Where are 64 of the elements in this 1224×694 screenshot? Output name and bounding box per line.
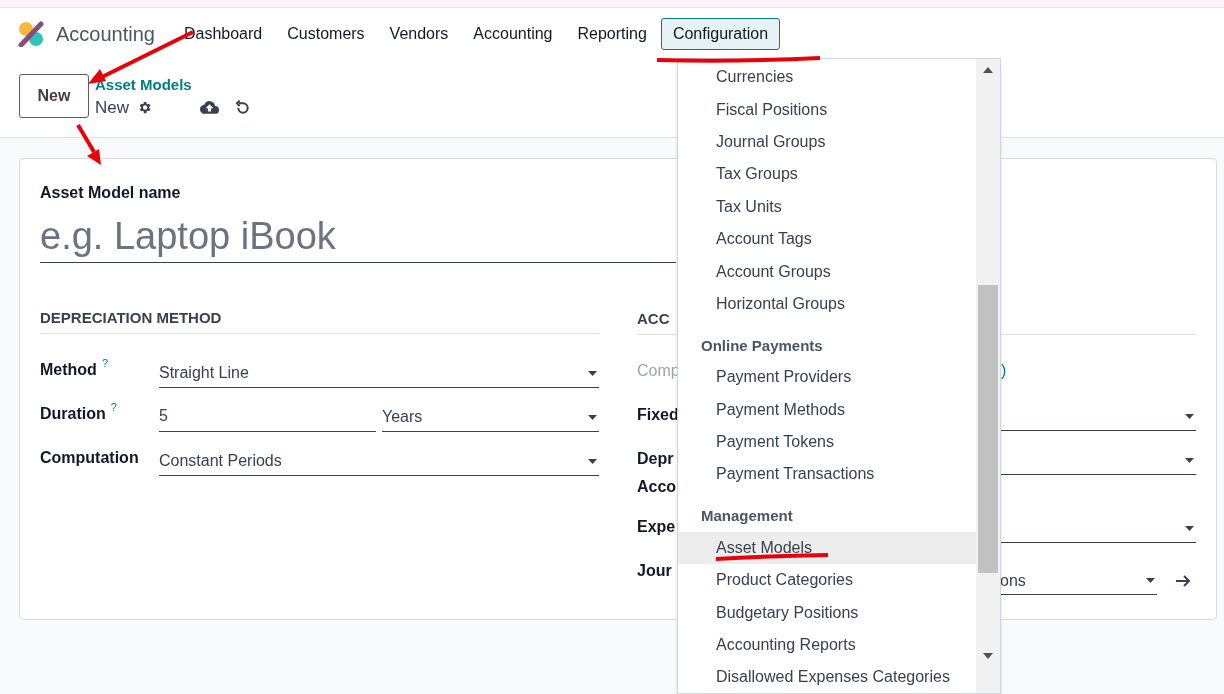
menu-item[interactable]: Account Groups	[678, 255, 976, 288]
menu-item[interactable]: Budgetary Positions	[678, 596, 976, 629]
nav-menu-item[interactable]: Accounting	[462, 18, 564, 50]
menu-item[interactable]: Fiscal Positions	[678, 93, 976, 126]
logo-icon	[18, 21, 44, 47]
scrollbar[interactable]	[976, 59, 1000, 693]
select-field[interactable]: Constant Periods	[159, 441, 599, 476]
menu-item[interactable]: Product Categories	[678, 564, 976, 597]
select-field[interactable]: Straight Line	[159, 353, 599, 388]
annotation-arrow	[76, 124, 101, 165]
caret-icon	[588, 458, 597, 464]
field-label: Computation	[40, 447, 139, 468]
scrollbar-thumb[interactable]	[978, 285, 998, 573]
menu-item[interactable]: Disallowed Expenses Categories	[678, 661, 976, 693]
menu-section-header: Management	[701, 506, 793, 527]
nav-menu-item[interactable]: Customers	[276, 18, 376, 50]
nav-menu-item[interactable]: Dashboard	[172, 18, 274, 50]
menu-item[interactable]: Payment Providers	[678, 361, 976, 394]
field-label: Acco	[637, 477, 677, 497]
record-title: New	[95, 97, 129, 119]
select-field[interactable]: Years	[382, 397, 599, 432]
menu-item[interactable]: Payment Methods	[678, 393, 976, 426]
nav-menu-item[interactable]: Configuration	[660, 18, 781, 50]
nav-menu-item[interactable]: Vendors	[378, 18, 460, 50]
field-label: Jour	[637, 561, 672, 581]
menu-item[interactable]: Horizontal Groups	[678, 287, 976, 321]
help-mark[interactable]: ?	[110, 398, 117, 415]
arrow-right-icon[interactable]	[1175, 575, 1191, 587]
new-button[interactable]: New	[19, 74, 89, 118]
nav-menu-item[interactable]: Reporting	[566, 18, 658, 50]
caret-icon	[1185, 458, 1194, 463]
section-title: DEPRECIATION METHOD	[40, 307, 599, 334]
field-label: Asset Model name	[40, 183, 182, 203]
gear-icon[interactable]	[137, 100, 152, 116]
link-text[interactable]: )	[1001, 362, 1007, 379]
menu-item[interactable]: Tax Groups	[678, 158, 976, 191]
caret-icon	[588, 370, 597, 376]
menu-item[interactable]: Asset Models	[678, 531, 976, 565]
number-field[interactable]: 5	[159, 397, 376, 432]
breadcrumb-link[interactable]: Asset Models	[95, 75, 251, 95]
menu-item[interactable]: Account Tags	[678, 222, 976, 256]
section-title: ACC	[637, 310, 670, 327]
menu-item[interactable]: Tax Units	[678, 190, 976, 223]
scroll-down-icon[interactable]	[983, 653, 993, 659]
name-field[interactable]: e.g. Laptop iBook	[40, 211, 676, 263]
help-mark[interactable]: ?	[101, 354, 108, 371]
menu-item[interactable]: Accounting Reports	[678, 628, 976, 662]
caret-icon	[1146, 578, 1155, 583]
field-label: Expe	[637, 517, 676, 537]
undo-icon[interactable]	[235, 99, 251, 116]
app-title[interactable]: Accounting	[56, 19, 155, 49]
field-label: Method	[40, 359, 97, 380]
menu-section-header: Online Payments	[701, 335, 823, 356]
menu-item[interactable]: Payment Tokens	[678, 425, 976, 459]
menu-item[interactable]: Payment Transactions	[678, 458, 976, 491]
menu-item[interactable]: Currencies	[678, 61, 976, 94]
menu-item[interactable]: Journal Groups	[678, 125, 976, 159]
caret-icon	[1185, 414, 1194, 419]
caret-icon	[588, 414, 597, 420]
field-label: Depr	[637, 449, 674, 469]
cloud-upload-icon[interactable]	[200, 100, 219, 116]
caret-icon	[1185, 526, 1194, 531]
scroll-up-icon[interactable]	[983, 67, 993, 73]
field-label: Duration	[40, 403, 106, 424]
